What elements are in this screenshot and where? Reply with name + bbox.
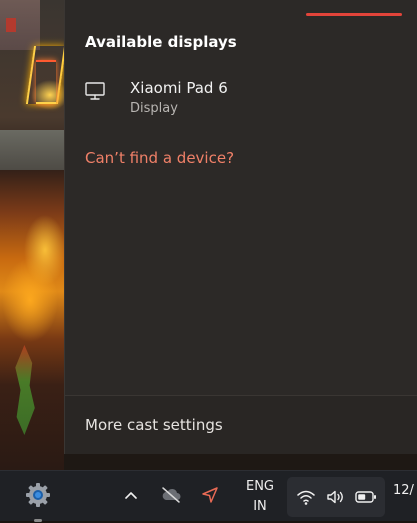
language-indicator[interactable]: ENG IN <box>238 471 282 522</box>
monitor-icon <box>84 80 106 102</box>
desktop-wallpaper <box>0 0 64 470</box>
quick-settings-button[interactable] <box>287 477 385 517</box>
flyout-accent-line <box>306 13 402 16</box>
wallpaper-lights-2 <box>36 60 56 104</box>
chevron-up-icon <box>123 487 139 507</box>
wallpaper-rocks <box>0 130 64 170</box>
location-arrow-icon <box>200 485 220 509</box>
wallpaper-window <box>6 18 16 32</box>
taskbar-settings-app[interactable] <box>18 471 58 522</box>
language-code: ENG <box>245 478 274 494</box>
taskbar-shadow-strip <box>64 454 417 470</box>
gear-icon <box>24 481 52 513</box>
location-tray-button[interactable] <box>196 471 224 522</box>
cast-flyout: Available displays Xiaomi Pad 6 Display … <box>64 0 417 454</box>
cant-find-device-link[interactable]: Can’t find a device? <box>85 149 234 167</box>
taskbar-clock[interactable]: 12/ <box>393 483 417 523</box>
wifi-icon <box>294 485 318 509</box>
flyout-footer: More cast settings <box>65 395 417 454</box>
device-name: Xiaomi Pad 6 <box>130 79 228 97</box>
clock-date-text: 12/ <box>393 483 414 498</box>
show-hidden-icons-button[interactable] <box>117 471 145 522</box>
region-code: IN <box>253 498 267 514</box>
available-displays-heading: Available displays <box>85 33 237 51</box>
battery-icon <box>354 485 378 509</box>
onedrive-tray-button[interactable] <box>156 471 186 522</box>
taskbar: ENG IN 12/ <box>0 470 417 523</box>
device-item-xiaomi-pad-6[interactable]: Xiaomi Pad 6 Display <box>65 70 417 124</box>
more-cast-settings-link[interactable]: More cast settings <box>85 416 223 434</box>
wallpaper-tree <box>15 345 35 435</box>
cloud-off-icon <box>160 486 182 508</box>
volume-icon <box>324 485 348 509</box>
device-type: Display <box>130 101 178 116</box>
